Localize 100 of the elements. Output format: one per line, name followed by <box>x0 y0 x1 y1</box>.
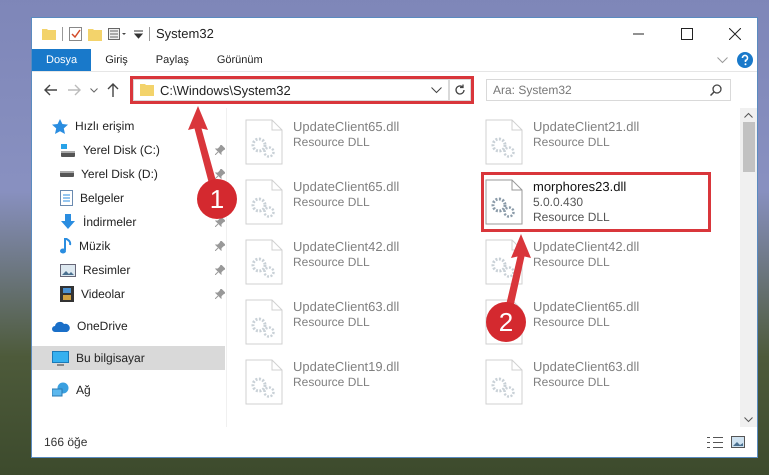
file-type: Resource DLL <box>293 375 371 389</box>
sidebar-item[interactable]: OneDrive <box>32 314 134 338</box>
sidebar-label: Ağ <box>76 383 91 397</box>
dropdown-icon[interactable] <box>134 28 143 38</box>
refresh-icon <box>454 84 466 96</box>
download-arrow-icon <box>60 214 76 230</box>
sidebar-item[interactable]: Ağ <box>32 378 97 402</box>
pin-icon[interactable] <box>215 241 225 251</box>
maximize-icon[interactable] <box>681 28 693 40</box>
file-type: Resource DLL <box>293 315 371 329</box>
film-icon <box>60 286 74 302</box>
sidebar-label: Bu bilgisayar <box>76 351 145 365</box>
ribbon-tab[interactable]: Dosya <box>32 49 92 71</box>
sidebar-label: İndirmeler <box>83 215 136 229</box>
gear-file-icon <box>245 239 283 285</box>
search-icon[interactable] <box>710 84 722 96</box>
folder-icon <box>140 84 154 96</box>
recent-dropdown-icon[interactable] <box>90 88 98 92</box>
file-type: Resource DLL <box>533 135 611 149</box>
gear-file-icon <box>485 119 523 165</box>
star-icon <box>52 118 68 134</box>
step-number-badge: 1 <box>197 179 237 219</box>
file-name: UpdateClient42.dll <box>533 239 640 254</box>
file-type: Resource DLL <box>533 375 611 389</box>
file-name: UpdateClient65.dll <box>293 179 400 194</box>
window-title: System32 <box>156 26 214 41</box>
file-type: Resource DLL <box>293 135 371 149</box>
gear-file-icon <box>245 179 283 225</box>
pin-icon[interactable] <box>215 289 225 299</box>
close-icon[interactable] <box>729 28 741 40</box>
ribbon-tab[interactable]: Giriş <box>91 49 142 71</box>
file-name: UpdateClient42.dll <box>293 239 400 254</box>
gear-file-icon <box>245 119 283 165</box>
file-version: 5.0.0.430 <box>533 195 584 209</box>
gear-file-icon <box>485 179 523 225</box>
view-options-icon[interactable] <box>108 28 128 40</box>
file-name: UpdateClient65.dll <box>293 119 400 134</box>
sidebar-item[interactable]: Belgeler <box>32 186 130 210</box>
file-type: Resource DLL <box>533 315 611 329</box>
music-note-icon <box>60 238 72 254</box>
gear-file-icon <box>485 359 523 405</box>
file-type: Resource DLL <box>533 255 611 269</box>
scroll-up-icon[interactable] <box>744 112 753 118</box>
pin-icon[interactable] <box>215 145 225 155</box>
gear-file-icon <box>245 359 283 405</box>
scrollbar[interactable] <box>740 108 757 427</box>
sidebar-item[interactable]: İndirmeler <box>32 210 142 234</box>
file-name: UpdateClient65.dll <box>533 299 640 314</box>
drive-icon <box>60 144 76 156</box>
sidebar-label: Belgeler <box>80 191 124 205</box>
sidebar-label: Yerel Disk (D:) <box>81 167 158 181</box>
sidebar-item[interactable]: Müzik <box>32 234 116 258</box>
ribbon-tab[interactable]: Paylaş <box>142 49 203 71</box>
refresh-button[interactable] <box>449 79 471 101</box>
sidebar-item[interactable]: Bu bilgisayar <box>32 346 225 370</box>
address-field[interactable]: C:\Windows\System32 <box>133 79 449 101</box>
help-icon[interactable] <box>737 52 753 68</box>
search-box[interactable]: Ara: System32 <box>486 79 731 101</box>
highlighted-file-item[interactable]: morphores23.dll 5.0.0.430 Resource DLL <box>481 172 711 232</box>
step-number-badge: 2 <box>486 302 526 342</box>
sidebar-item[interactable]: Videolar <box>32 282 131 306</box>
properties-icon[interactable] <box>69 26 82 40</box>
sidebar-item[interactable]: Yerel Disk (C:) <box>32 138 166 162</box>
gear-file-icon <box>245 299 283 345</box>
network-icon <box>52 382 69 398</box>
sidebar-label: OneDrive <box>77 319 128 333</box>
sidebar-item[interactable]: Resimler <box>32 258 136 282</box>
sidebar-label: Yerel Disk (C:) <box>83 143 160 157</box>
pin-icon[interactable] <box>215 169 225 179</box>
document-icon <box>60 190 73 206</box>
sidebar-item[interactable]: Hızlı erişim <box>32 114 140 138</box>
drive-icon <box>60 171 74 177</box>
chevron-down-icon[interactable] <box>431 86 442 94</box>
sidebar-label: Resimler <box>83 263 130 277</box>
sidebar-item[interactable]: Yerel Disk (D:) <box>32 162 164 186</box>
file-name: UpdateClient63.dll <box>293 299 400 314</box>
monitor-icon <box>52 350 69 366</box>
large-icons-view-icon[interactable] <box>731 436 745 448</box>
minimize-icon[interactable] <box>633 32 645 34</box>
sidebar-label: Videolar <box>81 287 125 301</box>
file-name: UpdateClient19.dll <box>293 359 400 374</box>
file-name: UpdateClient21.dll <box>533 119 640 134</box>
scroll-down-icon[interactable] <box>744 417 753 423</box>
up-arrow-icon[interactable] <box>107 83 119 97</box>
details-view-icon[interactable] <box>707 436 723 448</box>
scroll-thumb[interactable] <box>742 122 754 172</box>
item-count: 166 öğe <box>44 435 88 449</box>
file-name: UpdateClient63.dll <box>533 359 640 374</box>
pin-icon[interactable] <box>215 217 225 227</box>
picture-icon <box>60 264 76 276</box>
pin-icon[interactable] <box>215 265 225 275</box>
cloud-icon <box>52 320 70 332</box>
ribbon-tab[interactable]: Görünüm <box>202 49 277 71</box>
sidebar-label: Hızlı erişim <box>75 119 134 133</box>
back-arrow-icon[interactable] <box>44 84 58 96</box>
file-type: Resource DLL <box>533 210 611 224</box>
file-type: Resource DLL <box>293 195 371 209</box>
file-type: Resource DLL <box>293 255 371 269</box>
sidebar-label: Müzik <box>79 239 110 253</box>
file-name: morphores23.dll <box>533 179 626 194</box>
